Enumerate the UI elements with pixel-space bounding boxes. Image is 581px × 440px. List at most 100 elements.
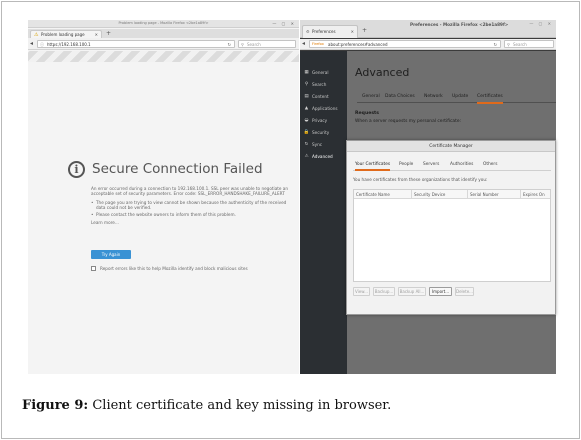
sidebar-item-applications[interactable]: ▲ Applications [303, 104, 347, 114]
page-title: Advanced [355, 66, 410, 79]
certificates-description: You have certificates from these organiz… [353, 177, 488, 182]
search-box[interactable]: ⚲ Search [238, 40, 296, 48]
tab-general[interactable]: General [362, 93, 380, 101]
new-tab-button[interactable]: + [106, 30, 111, 37]
sidebar-label: Content [312, 94, 329, 99]
error-bullets: The page you are trying to view cannot b… [91, 200, 296, 218]
window-titlebar: ⚙ Preferences ✕ + Preferences - Mozilla … [300, 20, 556, 38]
tab-bar: ⚠ Problem loading page ✕ + [28, 29, 299, 38]
new-tab-button[interactable]: + [362, 27, 367, 34]
figure-caption: Figure 9: Client certificate and key mis… [22, 398, 391, 414]
sidebar-label: Search [312, 82, 327, 87]
certificate-manager-dialog: Certificate Manager Your Certificates Pe… [346, 140, 556, 315]
column-security-device[interactable]: Security Device [412, 190, 468, 199]
sidebar-item-privacy[interactable]: ◒ Privacy [303, 116, 347, 126]
tab-problem-loading-page[interactable]: ⚠ Problem loading page ✕ [30, 30, 102, 38]
sidebar-item-sync[interactable]: ↻ Sync [303, 140, 347, 150]
backup-button[interactable]: Backup... [373, 287, 395, 296]
sidebar-item-advanced[interactable]: ⚠ Advanced [303, 152, 347, 162]
info-icon[interactable]: ⓘ [40, 41, 44, 48]
url-text: about:preferences#advanced [328, 42, 388, 47]
info-circle-icon: i [68, 161, 85, 178]
certificate-tabs: Your Certificates People Servers Authori… [353, 160, 551, 171]
certificates-table[interactable]: Certificate Name Security Device Serial … [353, 189, 551, 282]
search-icon: ⚲ [241, 42, 244, 47]
firefox-error-window: Problem loading page - Mozilla Firefox <… [28, 20, 299, 374]
sidebar-label: Advanced [312, 154, 333, 159]
sidebar-label: Sync [312, 142, 323, 147]
caption-label: Figure 9: [22, 398, 89, 413]
tab-data-choices[interactable]: Data Choices [385, 93, 415, 101]
back-arrow-icon[interactable]: ◂ [30, 40, 33, 48]
privacy-icon: ◒ [304, 118, 309, 123]
sidebar-label: Applications [312, 106, 338, 111]
tab-your-certificates[interactable]: Your Certificates [355, 161, 391, 171]
sidebar-item-security[interactable]: 🔒 Security [303, 128, 347, 138]
error-bullet: Please contact the website owners to inf… [91, 212, 296, 218]
dialog-title: Certificate Manager [347, 141, 555, 152]
security-icon: 🔒 [303, 130, 310, 135]
search-icon: ⚲ [507, 42, 510, 47]
try-again-button[interactable]: Try Again [91, 250, 131, 259]
learn-more-link[interactable]: Learn more... [91, 220, 296, 225]
reload-icon[interactable]: ↻ [494, 41, 497, 48]
search-box[interactable]: ⚲ Search [504, 40, 554, 48]
view-button[interactable]: View... [353, 287, 370, 296]
url-bar[interactable]: ⓘ https://192.168.100.1 ↻ [37, 40, 235, 48]
gear-icon: ⚙ [306, 29, 310, 34]
window-title: Preferences - Mozilla Firefox <2be1a89f> [410, 22, 509, 27]
advanced-icon: ⚠ [304, 154, 309, 159]
column-certificate-name[interactable]: Certificate Name [354, 190, 412, 199]
column-serial-number[interactable]: Serial Number [468, 190, 521, 199]
delete-button[interactable]: Delete... [455, 287, 474, 296]
tab-others[interactable]: Others [483, 161, 497, 169]
reload-icon[interactable]: ↻ [228, 41, 231, 48]
tab-authorities[interactable]: Authorities [450, 161, 473, 169]
tab-servers[interactable]: Servers [423, 161, 439, 169]
window-controls-icon[interactable]: — ▢ ✕ [529, 21, 553, 26]
report-label: Report errors like this to help Mozilla … [100, 266, 248, 271]
sidebar-item-search[interactable]: ⚲ Search [303, 80, 347, 90]
tab-update[interactable]: Update [452, 93, 468, 101]
error-description: An error occurred during a connection to… [91, 186, 296, 228]
tab-certificates[interactable]: Certificates [477, 93, 503, 104]
window-controls-icon[interactable]: — ▢ ✕ [272, 21, 296, 26]
applications-icon: ▲ [304, 106, 309, 111]
window-titlebar: Problem loading page - Mozilla Firefox <… [28, 20, 299, 28]
tab-people[interactable]: People [399, 161, 413, 169]
close-tab-icon[interactable]: ✕ [351, 29, 354, 35]
backup-all-button[interactable]: Backup All... [398, 287, 426, 296]
search-icon: ⚲ [304, 82, 309, 87]
requests-heading: Requests [355, 111, 379, 116]
sidebar-item-general[interactable]: ▦ General [303, 68, 347, 78]
error-text: An error occurred during a connection to… [91, 186, 289, 197]
tab-preferences[interactable]: ⚙ Preferences ✕ [302, 25, 358, 38]
url-brand: Firefox [312, 42, 324, 46]
navigation-bar: ◂ Firefox about:preferences#advanced ↻ ⚲… [300, 39, 556, 50]
sidebar-label: Privacy [312, 118, 328, 123]
window-title: Problem loading page - Mozilla Firefox <… [118, 21, 209, 25]
content-icon: ▤ [304, 94, 309, 99]
tab-label: Preferences [312, 29, 336, 34]
sync-icon: ↻ [304, 142, 309, 147]
general-icon: ▦ [304, 70, 309, 75]
import-button[interactable]: Import... [429, 287, 452, 296]
dialog-buttons: View... Backup... Backup All... Import..… [353, 287, 551, 297]
advanced-tabs: General Data Choices Network Update Cert… [357, 91, 556, 104]
column-expires-on[interactable]: Expires On [521, 190, 550, 199]
tab-network[interactable]: Network [424, 93, 443, 101]
preferences-sidebar: ▦ General ⚲ Search ▤ Content ▲ Applicati… [300, 51, 347, 374]
report-errors-row: Report errors like this to help Mozilla … [91, 265, 296, 273]
report-checkbox[interactable] [91, 266, 96, 271]
url-text: https://192.168.100.1 [47, 42, 91, 47]
error-bullet: The page you are trying to view cannot b… [91, 200, 296, 211]
search-placeholder: Search [513, 42, 527, 47]
sidebar-label: Security [312, 130, 330, 135]
sidebar-label: General [312, 70, 329, 75]
table-header: Certificate Name Security Device Serial … [354, 190, 550, 199]
url-bar[interactable]: Firefox about:preferences#advanced ↻ [309, 40, 501, 48]
sidebar-item-content[interactable]: ▤ Content [303, 92, 347, 102]
requests-description: When a server requests my personal certi… [355, 119, 462, 124]
navigation-bar: ◂ ⓘ https://192.168.100.1 ↻ ⚲ Search [28, 38, 299, 50]
back-arrow-icon[interactable]: ◂ [302, 40, 305, 48]
